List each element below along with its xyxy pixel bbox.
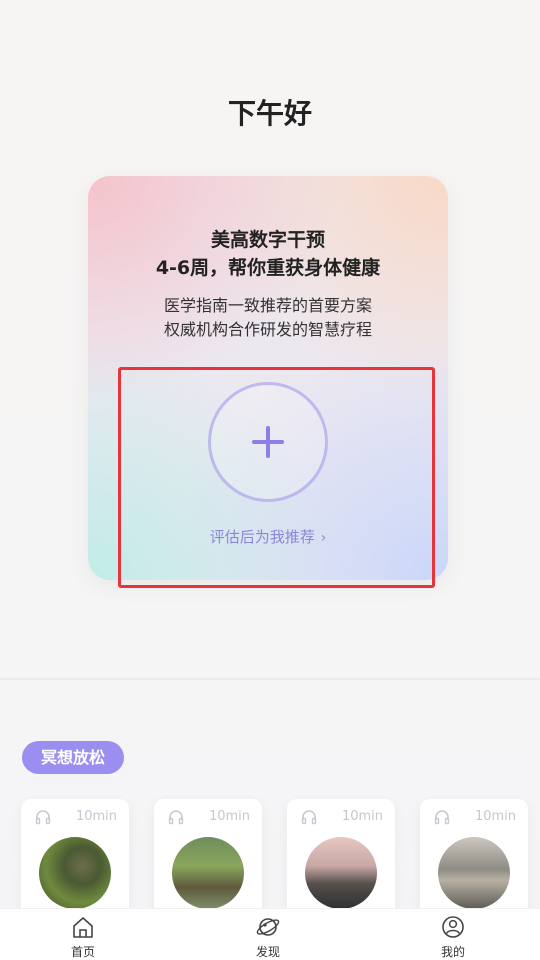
user-icon [442, 916, 464, 938]
highlight-annotation-box [118, 367, 435, 588]
hero-sub-line1: 医学指南一致推荐的首要方案 [163, 296, 372, 315]
headphones-icon [35, 810, 51, 825]
tab-discover-label: 发现 [255, 945, 280, 959]
planet-icon [256, 918, 280, 936]
section-divider [0, 678, 540, 680]
duration-label: 10min [474, 809, 516, 824]
tab-home-label: 首页 [70, 945, 95, 959]
lake-thumbnail [438, 837, 510, 909]
tab-mine[interactable]: 我的 [403, 909, 503, 960]
tab-home[interactable]: 首页 [33, 909, 133, 960]
headphones-icon [301, 810, 317, 825]
meditation-section-tag[interactable]: 冥想放松 [22, 741, 124, 774]
duration-label: 10min [341, 809, 383, 824]
duration-label: 10min [208, 809, 250, 824]
hero-title: 美高数字干预 4-6周，帮你重获身体健康 [88, 226, 448, 282]
hero-subtitle: 医学指南一致推荐的首要方案 权威机构合作研发的智慧疗程 [88, 294, 448, 342]
hero-title-line2: 4-6周，帮你重获身体健康 [155, 257, 381, 279]
forest-tree-thumbnail [39, 837, 111, 909]
tab-discover[interactable]: 发现 [218, 909, 318, 960]
headphones-icon [434, 810, 450, 825]
headphones-icon [168, 810, 184, 825]
hero-title-line1: 美高数字干预 [210, 229, 325, 251]
greeting-title: 下午好 [227, 97, 312, 130]
hero-sub-line2: 权威机构合作研发的智慧疗程 [163, 320, 372, 339]
duration-label: 10min [75, 809, 117, 824]
tab-mine-label: 我的 [440, 945, 465, 959]
bottom-tab-bar: 首页 发现 我的 [0, 908, 540, 960]
park-bench-thumbnail [172, 837, 244, 909]
home-icon [73, 917, 93, 938]
mountain-thumbnail [305, 837, 377, 909]
